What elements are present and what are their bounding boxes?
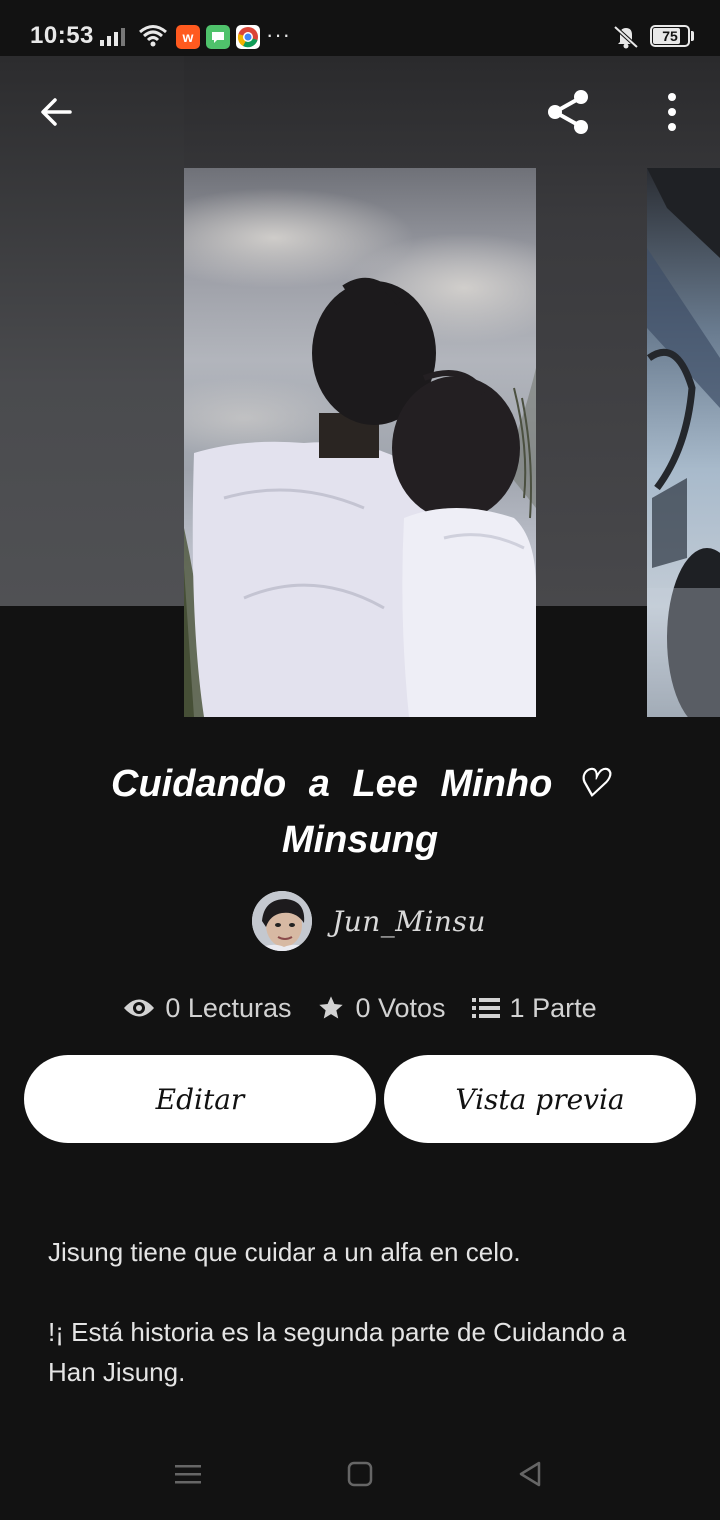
avatar[interactable]: [252, 891, 312, 951]
reads-count: 0 Lecturas: [165, 992, 292, 1023]
share-icon: [548, 90, 588, 134]
story-description: Jisung tiene que cuidar a un alfa en cel…: [48, 1232, 668, 1432]
more-vertical-icon: [668, 93, 676, 131]
arrow-left-icon: [41, 98, 72, 126]
recents-button[interactable]: [166, 1452, 210, 1496]
recents-icon: [175, 1465, 201, 1484]
signal-icon: [100, 28, 125, 46]
battery-level: 75: [662, 28, 678, 44]
parts-count: 1 Parte: [509, 992, 597, 1023]
messages-icon: [206, 25, 230, 49]
author-name[interactable]: Jun_Minsu: [332, 905, 486, 938]
mute-icon: [613, 25, 639, 49]
votes-stat: 0 Votos: [317, 992, 446, 1024]
next-story-cover[interactable]: [647, 168, 720, 717]
back-button[interactable]: [28, 84, 84, 140]
description-paragraph: Jisung tiene que cuidar a un alfa en cel…: [48, 1237, 521, 1267]
system-nav-bar: [0, 1430, 720, 1520]
status-bar: 10:53 w ··· 75: [0, 0, 720, 56]
eye-icon: [124, 999, 155, 1017]
reads-stat: 0 Lecturas: [123, 993, 291, 1024]
votes-count: 0 Votos: [355, 992, 446, 1023]
nav-back-button[interactable]: [508, 1452, 552, 1496]
more-options-button[interactable]: [644, 84, 700, 140]
parts-stat[interactable]: 1 Parte: [471, 992, 597, 1024]
cover-illustration: [184, 188, 536, 717]
story-cover[interactable]: [184, 168, 536, 717]
preview-button[interactable]: Vista previa: [384, 1055, 696, 1143]
list-icon: [471, 998, 500, 1018]
edit-button[interactable]: Editar: [24, 1055, 376, 1143]
wattpad-icon: w: [176, 25, 200, 49]
home-button[interactable]: [338, 1452, 382, 1496]
share-button[interactable]: [540, 84, 596, 140]
chrome-icon: [236, 25, 260, 49]
description-paragraph: !¡ Está historia es la segunda parte de …: [48, 1317, 627, 1387]
star-icon: [319, 996, 344, 1019]
battery-icon: 75: [650, 25, 690, 47]
next-cover-illustration: [647, 168, 720, 717]
wifi-icon: [139, 25, 167, 47]
story-title: Cuidando a Lee Minho ♡ Minsung: [111, 763, 609, 861]
battery-tip: [691, 31, 694, 41]
home-icon: [347, 1461, 373, 1487]
status-time: 10:53: [30, 22, 94, 49]
story-stats: 0 Lecturas 0 Votos 1 Parte: [0, 986, 720, 1030]
back-triangle-icon: [519, 1461, 541, 1487]
more-notifications-icon: ···: [266, 22, 291, 47]
author-row[interactable]: Jun_Minsu: [252, 891, 486, 951]
